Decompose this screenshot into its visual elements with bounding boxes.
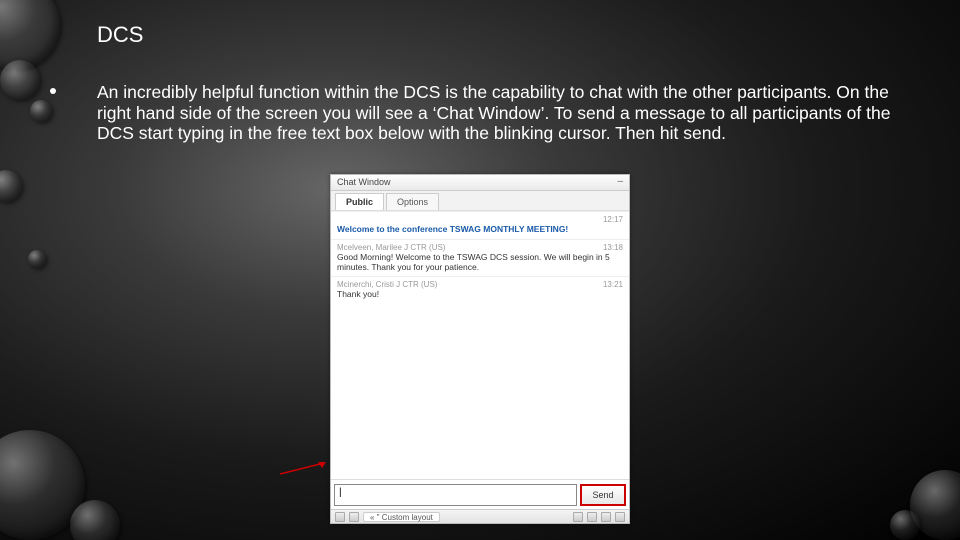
chat-titlebar: Chat Window – [331, 175, 629, 191]
annotation-arrow [280, 462, 326, 476]
footer-icon[interactable] [587, 512, 597, 522]
message-from: Mcelveen, Marilee J CTR (US) [337, 243, 445, 252]
footer-icon[interactable] [335, 512, 345, 522]
chat-messages: 12:17 Welcome to the conference TSWAG MO… [331, 211, 629, 469]
bubble-decor [0, 60, 40, 100]
text-cursor: | [339, 487, 342, 498]
chat-input-row: | Send [331, 479, 629, 509]
bubble-decor [890, 510, 920, 540]
tab-options[interactable]: Options [386, 193, 439, 210]
slide: DCS An incredibly helpful function withi… [0, 0, 960, 540]
footer-icon[interactable] [349, 512, 359, 522]
chat-input[interactable]: | [334, 484, 577, 506]
chat-tabs: Public Options [331, 191, 629, 211]
bubble-decor [70, 500, 120, 540]
message-time: 13:18 [603, 243, 623, 252]
tab-public[interactable]: Public [335, 193, 384, 210]
message-time: 13:21 [603, 280, 623, 289]
footer-icon[interactable] [615, 512, 625, 522]
message-from: Mcinerchi, Cristi J CTR (US) [337, 280, 437, 289]
layout-selector[interactable]: « " Custom layout [363, 512, 440, 522]
footer-icon[interactable] [601, 512, 611, 522]
chat-title-text: Chat Window [337, 177, 391, 187]
bullet-icon [50, 88, 56, 94]
bubble-decor [30, 100, 52, 122]
bubble-decor [0, 170, 22, 202]
message-text: Welcome to the conference TSWAG MONTHLY … [337, 225, 623, 235]
bubble-decor [0, 0, 60, 70]
minimize-icon[interactable]: – [617, 176, 623, 187]
body-text: An incredibly helpful function within th… [97, 82, 907, 144]
chat-message: 12:17 Welcome to the conference TSWAG MO… [331, 211, 629, 239]
chat-message: Mcelveen, Marilee J CTR (US) 13:18 Good M… [331, 239, 629, 277]
chat-message: Mcinerchi, Cristi J CTR (US) 13:21 Thank … [331, 276, 629, 304]
message-text: Thank you! [337, 290, 623, 300]
chat-footer: « " Custom layout [331, 509, 629, 523]
footer-icon[interactable] [573, 512, 583, 522]
send-button[interactable]: Send [580, 484, 626, 506]
message-text: Good Morning! Welcome to the TSWAG DCS s… [337, 253, 623, 273]
bubble-decor [28, 250, 46, 268]
message-time: 12:17 [603, 215, 623, 224]
page-title: DCS [97, 22, 143, 48]
chat-window: Chat Window – Public Options 12:17 Welco… [330, 174, 630, 524]
